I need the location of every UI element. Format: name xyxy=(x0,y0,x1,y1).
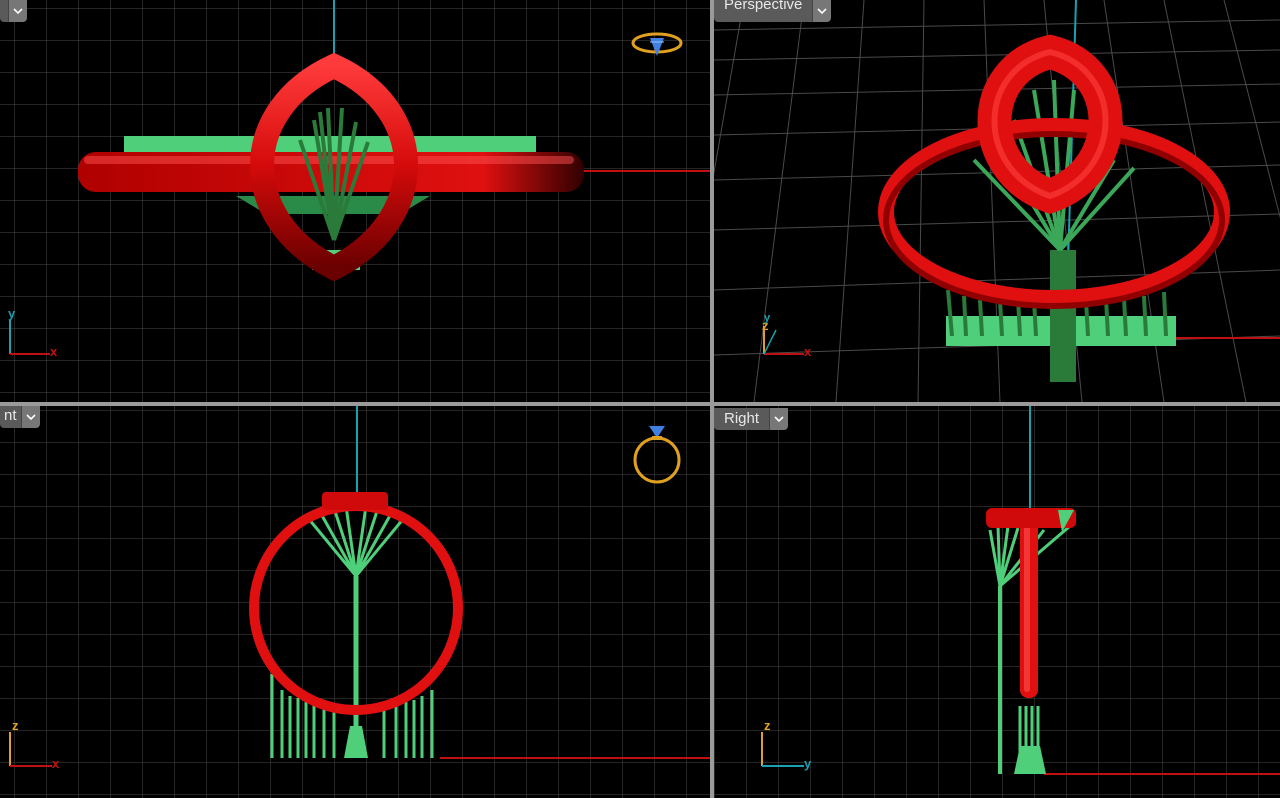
viewport-top[interactable]: y x xyxy=(0,0,710,402)
axis-label-x: x xyxy=(52,756,60,771)
chevron-down-icon[interactable] xyxy=(812,0,832,22)
view-cube-top-icon[interactable] xyxy=(630,28,684,60)
axis-indicator-front: z x xyxy=(4,718,68,772)
viewport-right[interactable]: Right z y xyxy=(714,406,1280,798)
viewport-tab-right[interactable]: Right xyxy=(714,408,789,430)
viewport-title xyxy=(0,0,8,22)
axis-label-x: x xyxy=(804,344,812,359)
viewport-perspective[interactable]: Perspective z y x xyxy=(714,0,1280,402)
axis-label-y: y xyxy=(804,756,812,771)
chevron-down-icon[interactable] xyxy=(20,406,40,428)
viewport-tab-perspective[interactable]: Perspective xyxy=(714,0,832,22)
axis-label-z: z xyxy=(12,718,19,733)
axis-label-x: x xyxy=(50,344,58,359)
viewport-tab-front[interactable]: nt xyxy=(0,406,40,428)
axis-indicator-top: y x xyxy=(4,306,64,360)
chevron-down-icon[interactable] xyxy=(769,408,789,430)
axis-label-y: y xyxy=(8,306,16,321)
viewport-title: Perspective xyxy=(714,0,813,22)
separator-vertical[interactable] xyxy=(710,0,714,798)
axis-label-z: z xyxy=(764,718,771,733)
viewport-title: Right xyxy=(714,408,770,430)
front-view-scene xyxy=(0,406,710,798)
view-cube-front-icon[interactable] xyxy=(630,418,684,488)
viewport-front[interactable]: nt z x xyxy=(0,406,710,798)
top-view-scene xyxy=(0,0,710,402)
axis-indicator-perspective: z y x xyxy=(758,312,818,360)
viewport-title: nt xyxy=(0,406,21,428)
axis-label-y: y xyxy=(764,312,771,324)
chevron-down-icon[interactable] xyxy=(8,0,27,22)
viewport-tab-top[interactable] xyxy=(0,0,27,22)
axis-indicator-right: z y xyxy=(756,718,820,772)
separator-horizontal[interactable] xyxy=(0,402,1280,406)
